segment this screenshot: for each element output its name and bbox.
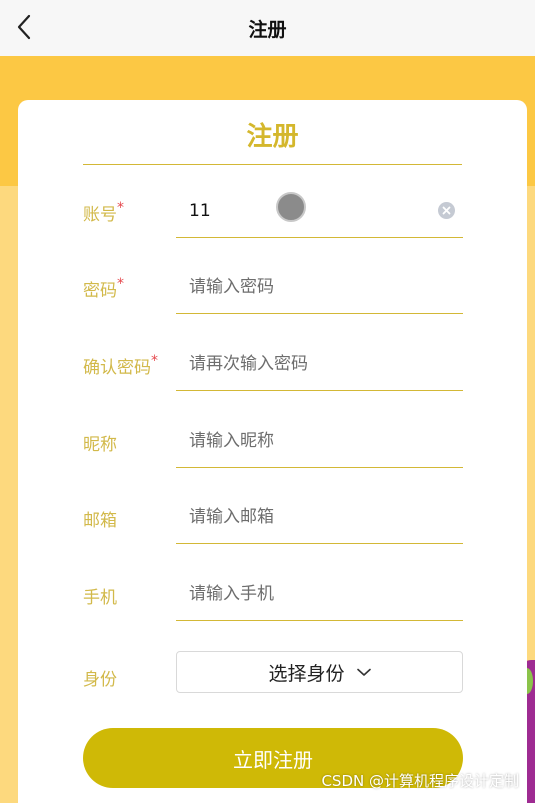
- email-field: [176, 494, 463, 544]
- password-row: 密码*: [83, 264, 463, 314]
- account-input[interactable]: [176, 188, 463, 234]
- required-mark: *: [117, 276, 124, 292]
- nickname-label: 昵称: [83, 435, 117, 455]
- phone-field: [176, 571, 463, 621]
- register-card: 注册 账号* 密码* 确认密码* 昵称 邮箱: [18, 100, 527, 803]
- confirm-password-field: [176, 341, 463, 391]
- email-input[interactable]: [176, 494, 463, 540]
- nav-title: 注册: [248, 18, 287, 41]
- identity-select[interactable]: 选择身份: [176, 651, 463, 693]
- chevron-down-icon: [356, 668, 371, 676]
- nickname-input[interactable]: [176, 418, 463, 464]
- phone-row: 手机: [83, 571, 463, 621]
- nickname-field: [176, 418, 463, 468]
- clear-icon[interactable]: [438, 202, 455, 219]
- password-field: [176, 264, 463, 314]
- required-mark: *: [117, 200, 124, 216]
- phone-input[interactable]: [176, 571, 463, 617]
- touch-indicator: [276, 192, 306, 222]
- chevron-left-icon: [17, 14, 31, 40]
- email-label: 邮箱: [83, 511, 117, 531]
- watermark: CSDN @计算机程序设计定制: [321, 772, 519, 790]
- identity-select-text: 选择身份: [268, 662, 345, 685]
- back-button[interactable]: [10, 12, 38, 42]
- confirm-password-row: 确认密码*: [83, 341, 463, 391]
- identity-row: 身份 选择身份: [83, 651, 463, 701]
- account-field: [176, 188, 463, 238]
- card-title: 注册: [83, 118, 462, 165]
- phone-label: 手机: [83, 588, 117, 608]
- identity-label: 身份: [83, 670, 117, 690]
- account-label: 账号*: [83, 200, 124, 225]
- account-row: 账号*: [83, 188, 463, 238]
- email-row: 邮箱: [83, 494, 463, 544]
- password-label: 密码*: [83, 276, 124, 301]
- confirm-password-label: 确认密码*: [83, 353, 158, 378]
- required-mark: *: [151, 353, 158, 369]
- password-input[interactable]: [176, 264, 463, 310]
- nav-bar: 注册: [0, 0, 535, 56]
- confirm-password-input[interactable]: [176, 341, 463, 387]
- nickname-row: 昵称: [83, 418, 463, 468]
